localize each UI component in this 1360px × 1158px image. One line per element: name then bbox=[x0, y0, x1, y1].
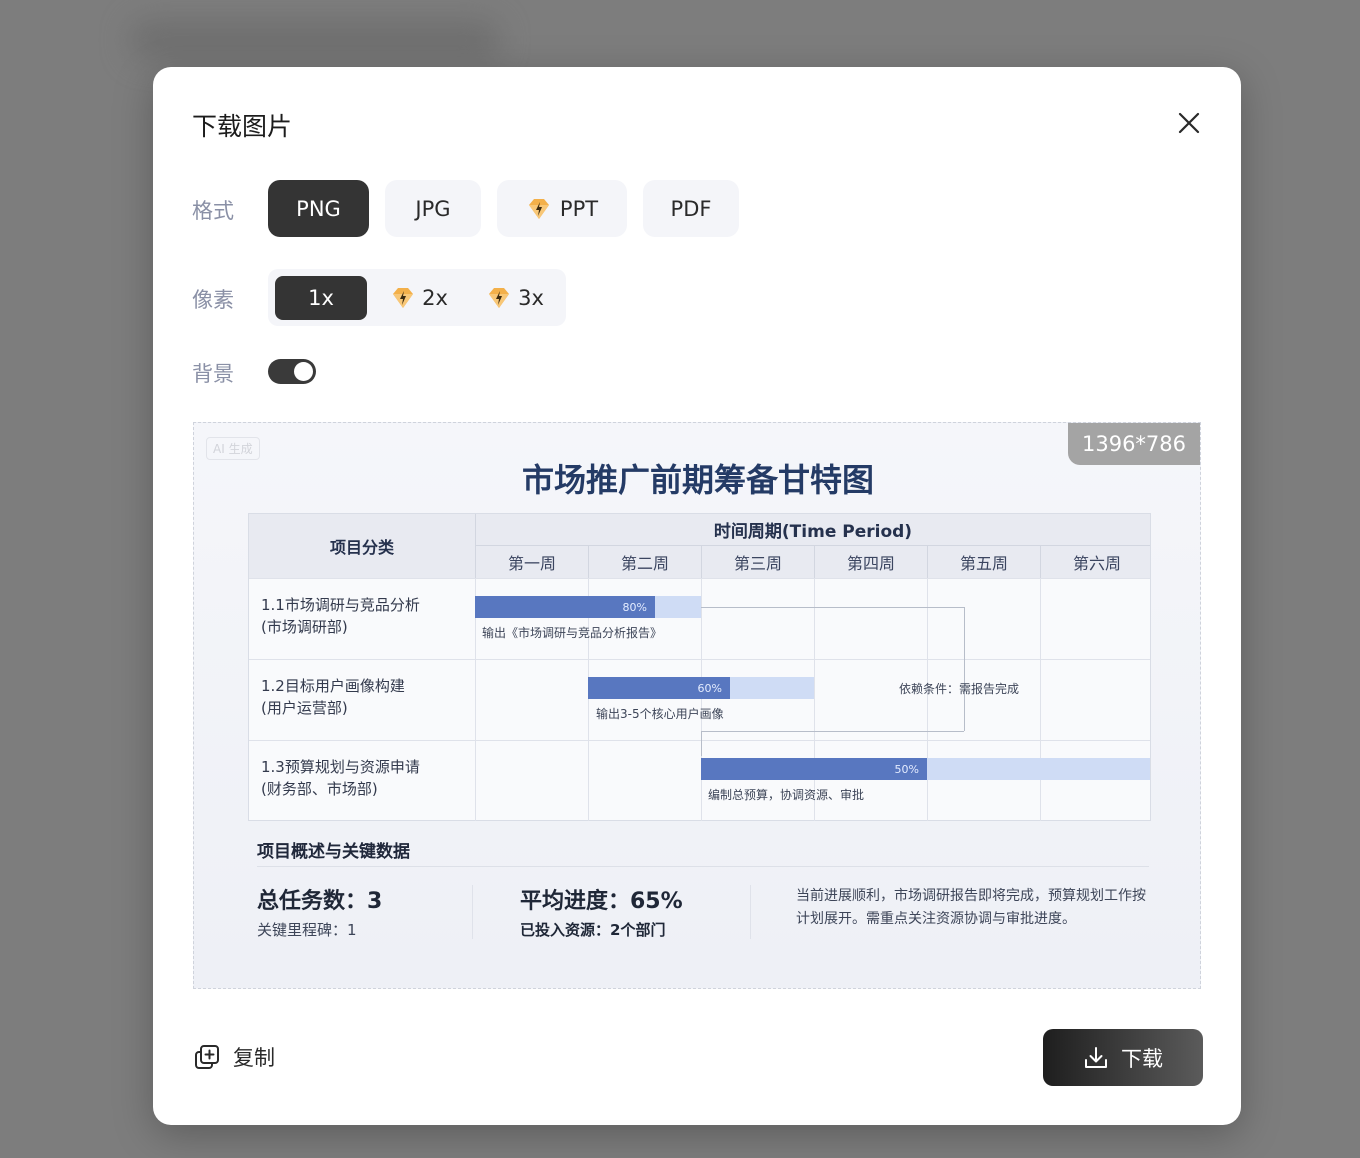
grid-line bbox=[1040, 578, 1041, 821]
image-preview: AI 生成 1396*786 市场推广前期筹备甘特图 项目分类 时间周期(Tim… bbox=[193, 422, 1201, 989]
week-header: 第四周 bbox=[814, 546, 927, 578]
task-name: 1.1市场调研与竞品分析 bbox=[261, 596, 420, 614]
stat-divider bbox=[472, 885, 473, 939]
download-button[interactable]: 下载 bbox=[1043, 1029, 1203, 1086]
premium-diamond-icon bbox=[489, 288, 510, 308]
format-label: 格式 bbox=[192, 199, 234, 223]
toggle-knob bbox=[294, 362, 313, 381]
scale-selector: 1x 2x 3x bbox=[268, 269, 566, 326]
week-header: 第一周 bbox=[475, 546, 588, 578]
copy-icon bbox=[195, 1045, 219, 1069]
format-png-label: PNG bbox=[296, 196, 341, 221]
scale-1x-label: 1x bbox=[308, 286, 334, 310]
task-bar-progress: 50% bbox=[701, 758, 927, 780]
grid-line bbox=[249, 740, 1150, 741]
scale-1x-button[interactable]: 1x bbox=[275, 276, 367, 320]
close-icon[interactable] bbox=[1175, 109, 1203, 137]
premium-diamond-icon bbox=[393, 288, 414, 308]
format-pdf-label: PDF bbox=[670, 196, 712, 221]
copy-button[interactable]: 复制 bbox=[193, 1042, 275, 1072]
category-header: 项目分类 bbox=[329, 538, 394, 557]
task-name: 1.2目标用户画像构建 bbox=[261, 677, 405, 695]
total-tasks: 总任务数：3 bbox=[257, 889, 383, 914]
dialog-title: 下载图片 bbox=[192, 112, 293, 141]
task-department: (市场调研部) bbox=[261, 618, 348, 636]
task-department: (用户运营部) bbox=[261, 699, 348, 717]
summary-title: 项目概述与关键数据 bbox=[257, 842, 410, 862]
dependency-line bbox=[701, 731, 702, 756]
grid-line bbox=[814, 578, 815, 821]
resources-invested: 已投入资源：2个部门 bbox=[520, 921, 666, 939]
task-name: 1.3预算规划与资源申请 bbox=[261, 758, 420, 776]
scale-3x-label: 3x bbox=[518, 286, 544, 310]
grid-line bbox=[927, 578, 928, 821]
summary-divider bbox=[257, 866, 1149, 867]
copy-label: 复制 bbox=[233, 1046, 275, 1070]
grid-line bbox=[249, 659, 1150, 660]
milestones: 关键里程碑：1 bbox=[257, 921, 357, 939]
format-pdf-button[interactable]: PDF bbox=[643, 180, 739, 237]
background-blur bbox=[130, 20, 500, 60]
task-note: 输出3-5个核心用户画像 bbox=[596, 707, 724, 721]
week-header: 第二周 bbox=[588, 546, 701, 578]
format-ppt-button[interactable]: PPT bbox=[497, 180, 627, 237]
download-icon bbox=[1085, 1046, 1107, 1068]
period-header: 时间周期(Time Period) bbox=[475, 514, 1150, 546]
task-note: 编制总预算，协调资源、审批 bbox=[708, 788, 865, 802]
format-jpg-label: JPG bbox=[415, 196, 451, 221]
dependency-note: 依赖条件：需报告完成 bbox=[899, 682, 1020, 696]
task-label: 1.2目标用户画像构建 (用户运营部) bbox=[261, 675, 405, 719]
week-header: 第六周 bbox=[1040, 546, 1153, 578]
average-progress: 平均进度：65% bbox=[520, 889, 683, 914]
scale-3x-button[interactable]: 3x bbox=[469, 276, 561, 320]
task-label: 1.3预算规划与资源申请 (财务部、市场部) bbox=[261, 756, 420, 800]
week-header: 第三周 bbox=[701, 546, 814, 578]
dependency-line bbox=[701, 607, 964, 608]
gantt-chart: 项目分类 时间周期(Time Period) 第一周 第二周 第三周 第四周 第… bbox=[248, 513, 1151, 821]
grid-line bbox=[249, 578, 1150, 579]
format-jpg-button[interactable]: JPG bbox=[385, 180, 481, 237]
grid-line bbox=[701, 578, 702, 821]
format-png-button[interactable]: PNG bbox=[268, 180, 369, 237]
scale-2x-button[interactable]: 2x bbox=[373, 276, 465, 320]
scale-2x-label: 2x bbox=[422, 286, 448, 310]
task-department: (财务部、市场部) bbox=[261, 780, 378, 798]
background-toggle[interactable] bbox=[268, 359, 316, 384]
task-bar-progress: 80% bbox=[475, 596, 655, 618]
premium-diamond-icon bbox=[528, 198, 549, 219]
gantt-title: 市场推广前期筹备甘特图 bbox=[521, 461, 874, 499]
task-label: 1.1市场调研与竞品分析 (市场调研部) bbox=[261, 594, 420, 638]
download-label: 下载 bbox=[1121, 1046, 1163, 1071]
background-label: 背景 bbox=[192, 362, 234, 386]
dependency-line bbox=[701, 731, 964, 732]
stat-divider bbox=[750, 885, 751, 939]
format-ppt-label: PPT bbox=[559, 196, 599, 221]
task-bar-progress: 60% bbox=[588, 677, 730, 699]
dependency-line bbox=[964, 607, 965, 731]
download-image-dialog: 下载图片 格式 PNG JPG PPT PDF 像素 1x 2x 3x 背景 A… bbox=[153, 67, 1241, 1125]
week-header: 第五周 bbox=[927, 546, 1040, 578]
scale-label: 像素 bbox=[192, 288, 234, 312]
task-note: 输出《市场调研与竞品分析报告》 bbox=[482, 626, 663, 640]
summary-description: 当前进展顺利，市场调研报告即将完成，预算规划工作按计划展开。需重点关注资源协调与… bbox=[796, 888, 1146, 927]
